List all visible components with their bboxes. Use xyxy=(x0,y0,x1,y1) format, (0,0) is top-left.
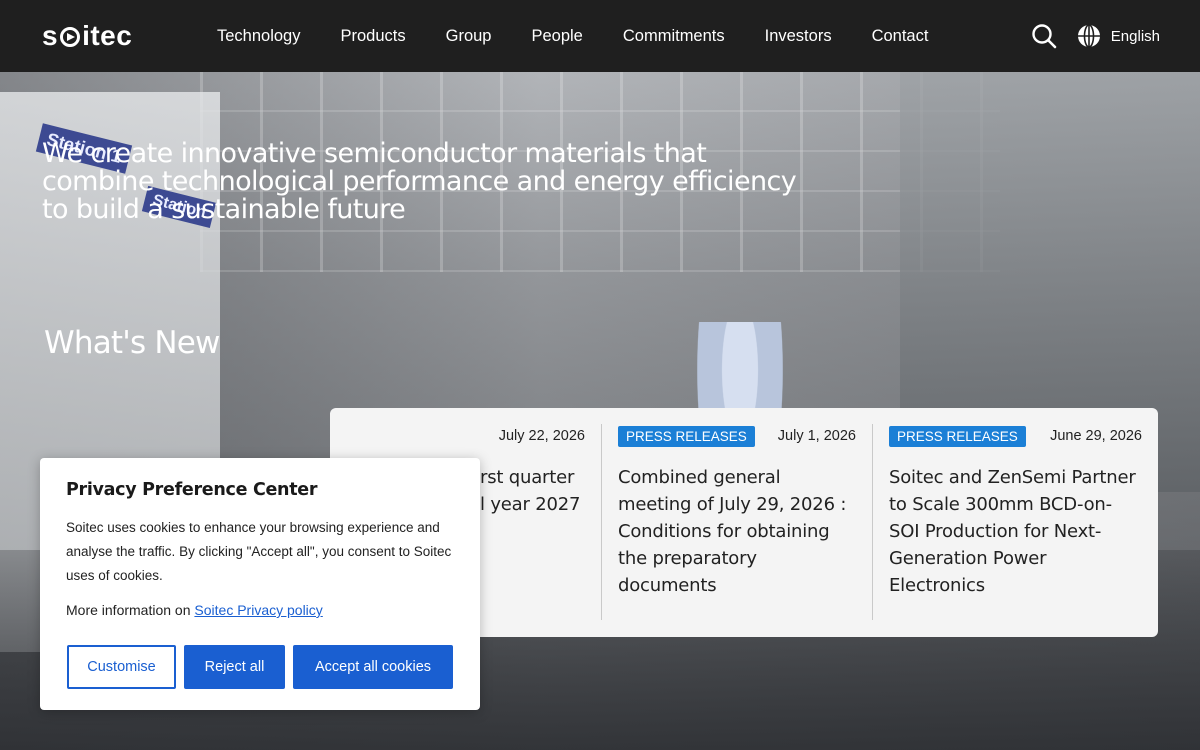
nav-investors[interactable]: Investors xyxy=(765,27,832,46)
nav-products[interactable]: Products xyxy=(340,27,405,46)
news-card[interactable]: PRESS RELEASES June 29, 2026 Soitec and … xyxy=(872,424,1158,620)
whats-new-title: What's New xyxy=(44,325,220,361)
privacy-info: More information on Soitec Privacy polic… xyxy=(66,602,323,618)
news-title[interactable]: Combined general meeting of July 29, 202… xyxy=(618,464,856,599)
main-nav: Technology Products Group People Commitm… xyxy=(217,0,968,72)
news-date: July 1, 2026 xyxy=(777,428,856,444)
site-header: s itec Technology Products Group People C… xyxy=(0,0,1200,72)
news-card[interactable]: PRESS RELEASES July 1, 2026 Combined gen… xyxy=(601,424,872,620)
news-date: July 22, 2026 xyxy=(498,428,585,444)
nav-people[interactable]: People xyxy=(531,27,582,46)
category-badge[interactable]: PRESS RELEASES xyxy=(618,425,755,447)
play-circle-icon xyxy=(60,27,81,47)
globe-icon[interactable] xyxy=(1077,24,1101,48)
reject-all-button[interactable]: Reject all xyxy=(184,645,285,689)
news-title[interactable]: Soitec and ZenSemi Partner to Scale 300m… xyxy=(889,464,1142,599)
news-title[interactable]: rst quarter l year 2027 xyxy=(480,464,585,518)
nav-technology[interactable]: Technology xyxy=(217,27,300,46)
nav-contact[interactable]: Contact xyxy=(872,27,929,46)
cookie-consent-dialog: Privacy Preference Center Soitec uses co… xyxy=(40,458,480,710)
search-icon[interactable] xyxy=(1031,23,1057,49)
soitec-logo[interactable]: s itec xyxy=(42,20,142,51)
customise-button[interactable]: Customise xyxy=(67,645,176,689)
privacy-policy-link[interactable]: Soitec Privacy policy xyxy=(194,602,322,618)
cookie-buttons: Customise Reject all Accept all cookies xyxy=(67,645,453,689)
news-date: June 29, 2026 xyxy=(1050,428,1142,444)
accept-all-cookies-button[interactable]: Accept all cookies xyxy=(293,645,453,689)
category-badge[interactable]: PRESS RELEASES xyxy=(889,425,1026,447)
cookie-title: Privacy Preference Center xyxy=(66,480,318,500)
hero-headline: We create innovative semiconductor mater… xyxy=(42,138,797,225)
language-selector[interactable]: English xyxy=(1111,28,1160,45)
header-tools: English xyxy=(1031,0,1160,72)
nav-group[interactable]: Group xyxy=(446,27,492,46)
cookie-description: Soitec uses cookies to enhance your brow… xyxy=(66,520,452,583)
nav-commitments[interactable]: Commitments xyxy=(623,27,725,46)
